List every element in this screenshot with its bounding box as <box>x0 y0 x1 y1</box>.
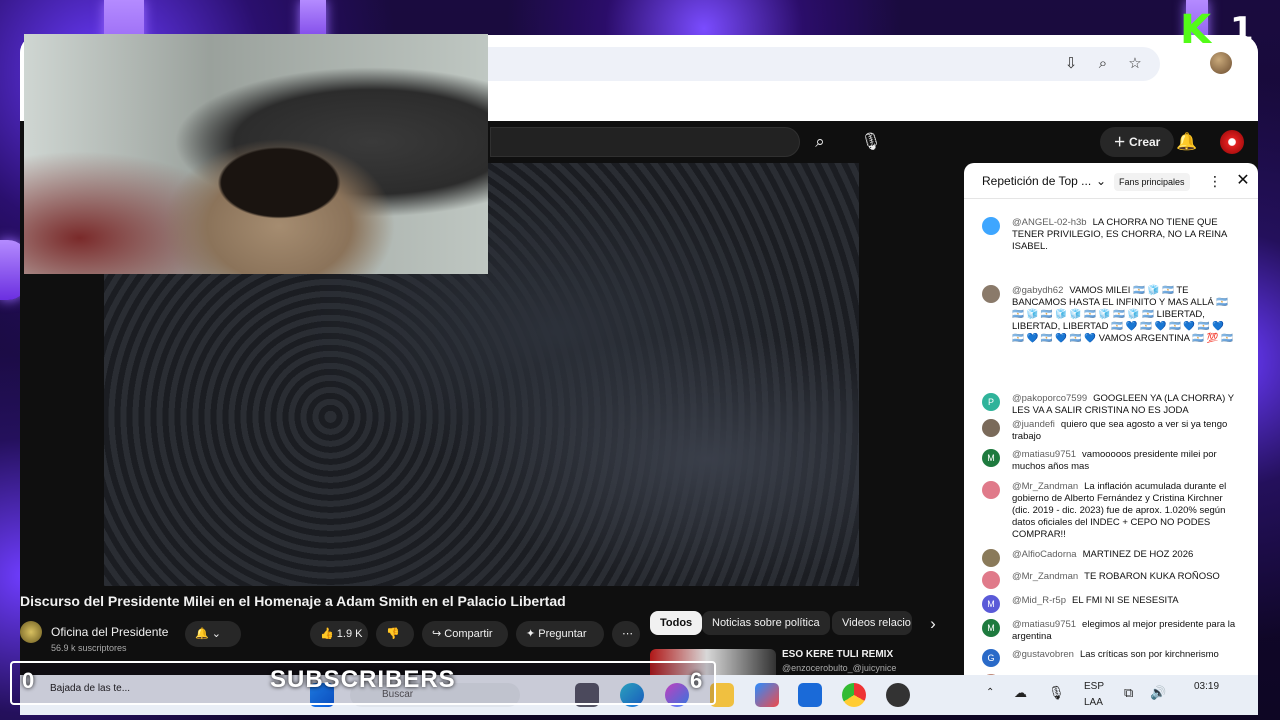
cloud-icon[interactable]: ☁ <box>1014 685 1027 701</box>
clock-time[interactable]: 03:19 <box>1194 681 1219 692</box>
chat-message-body: @pakoporco7599 GOOGLEEN YA (LA CHORRA) Y … <box>1012 393 1238 417</box>
chat-author-avatar[interactable]: M <box>982 595 1000 613</box>
chat-author-name[interactable]: @matiasu9751 <box>1012 449 1076 460</box>
live-chat-panel: Repetición de Top ... ⌄ Fans principales… <box>964 163 1258 675</box>
search-icon[interactable]: ⌕ <box>805 127 835 157</box>
star-icon[interactable]: ☆ <box>1124 53 1146 75</box>
chat-author-name[interactable]: @gabydh62 <box>1012 285 1063 296</box>
chat-author-avatar[interactable] <box>982 285 1000 303</box>
chip-politics[interactable]: Noticias sobre política <box>702 611 830 635</box>
chat-mode-selector[interactable]: Repetición de Top ... <box>982 174 1091 188</box>
chat-author-name[interactable]: @Mid_R-r5p <box>1012 595 1066 606</box>
chat-message-body: @Mr_Zandman La inflación acumulada durant… <box>1012 481 1238 541</box>
ask-button[interactable]: ✦ Preguntar <box>516 621 604 647</box>
chat-author-name[interactable]: @AlfioCadorna <box>1012 549 1077 560</box>
chat-author-avatar[interactable]: M <box>982 449 1000 467</box>
like-button[interactable]: 👍 1.9 K <box>310 621 368 647</box>
more-options-icon[interactable]: ⋮ <box>1200 166 1230 196</box>
plus-icon: ＋ <box>1113 135 1129 149</box>
create-button[interactable]: ＋ Crear <box>1100 127 1174 157</box>
chat-message-body: @gustavobren Las críticas son por kirchne… <box>1012 649 1238 661</box>
like-count: 1.9 K <box>336 628 363 640</box>
thumbs-up-icon: 👍 <box>320 628 337 640</box>
tray-chevron-icon[interactable]: ⌃ <box>986 687 994 698</box>
store-icon[interactable] <box>755 683 779 707</box>
notification-bell-button[interactable]: 🔔 ⌄ <box>185 621 241 647</box>
create-label: Crear <box>1128 135 1161 149</box>
kick-logo: K <box>1180 7 1211 53</box>
chat-header: Repetición de Top ... ⌄ Fans principales… <box>964 163 1258 199</box>
chat-author-avatar[interactable] <box>982 419 1000 437</box>
chat-message-text: Las críticas son por kirchnerismo <box>1079 649 1219 660</box>
chat-message-text: EL FMI NI SE NESESITA <box>1072 595 1179 606</box>
top-fans-badge[interactable]: Fans principales <box>1114 173 1190 191</box>
search-input[interactable] <box>490 127 800 157</box>
recommendation-title[interactable]: ESO KERE TULI REMIX <box>782 649 893 660</box>
chat-author-name[interactable]: @Mr_Zandman <box>1012 481 1078 492</box>
chat-message-body: @AlfioCadorna MARTINEZ DE HOZ 2026 <box>1012 549 1238 561</box>
chat-message-body: @juandefi quiero que sea agosto a ver si … <box>1012 419 1238 443</box>
share-label: Compartir <box>444 628 493 640</box>
close-icon[interactable]: ✕ <box>1228 166 1258 196</box>
chip-todos[interactable]: Todos <box>650 611 703 635</box>
account-avatar[interactable] <box>1220 130 1244 154</box>
channel-avatar[interactable] <box>20 621 42 643</box>
thumbs-down-icon: 👎 <box>386 628 400 640</box>
channel-name[interactable]: Oficina del Presidente <box>51 625 168 639</box>
more-actions-button[interactable]: ⋯ <box>612 621 640 647</box>
language-code[interactable]: ESP <box>1084 681 1104 692</box>
chevron-down-icon[interactable]: ⌄ <box>1086 166 1116 196</box>
chat-message-body: @Mr_Zandman TE ROBARON KUKA ROÑOSO <box>1012 571 1238 583</box>
obs-icon[interactable] <box>886 683 910 707</box>
ask-label: Preguntar <box>538 628 587 640</box>
network-icon[interactable]: ⧉ <box>1124 685 1133 701</box>
microphone-icon[interactable]: 🎙 <box>856 127 886 157</box>
recommendation-author: @enzocerobulto_@juicynice <box>782 663 897 673</box>
subscriber-goal-target: 6 <box>690 668 703 693</box>
chat-author-avatar[interactable] <box>982 217 1000 235</box>
profile-avatar[interactable] <box>1210 52 1232 74</box>
dislike-button[interactable]: 👎 <box>376 621 414 647</box>
chat-message-body: @gabydh62 VAMOS MILEI 🇦🇷 🧊 🇦🇷 TE BANCAMOS… <box>1012 285 1238 345</box>
mic-tray-icon[interactable]: 🎙 <box>1048 685 1065 701</box>
subscriber-goal-label: SUBSCRIBERS <box>270 666 456 693</box>
chat-author-avatar[interactable]: P <box>982 393 1000 411</box>
streamer-webcam <box>24 34 488 274</box>
chat-author-avatar[interactable] <box>982 549 1000 567</box>
share-icon: ↪ <box>432 628 445 640</box>
chrome-icon[interactable] <box>842 683 866 707</box>
chat-author-name[interactable]: @juandefi <box>1012 419 1055 430</box>
chat-author-name[interactable]: @pakoporco7599 <box>1012 393 1087 404</box>
volume-icon[interactable]: 🔊 <box>1150 685 1166 701</box>
chat-author-avatar[interactable]: M <box>982 619 1000 637</box>
chat-message-text: MARTINEZ DE HOZ 2026 <box>1082 549 1194 560</box>
chat-author-name[interactable]: @gustavobren <box>1012 649 1074 660</box>
chat-author-avatar[interactable] <box>982 481 1000 499</box>
chat-message-body: @matiasu9751 vamooooos presidente milei p… <box>1012 449 1238 473</box>
keyboard-layout[interactable]: LAA <box>1084 697 1103 708</box>
chat-author-name[interactable]: @ANGEL-02-h3b <box>1012 217 1087 228</box>
chat-author-name[interactable]: @matiasu9751 <box>1012 619 1076 630</box>
subscriber-goal-start: 0 <box>22 668 35 693</box>
install-icon[interactable]: ⇩ <box>1060 53 1082 75</box>
chat-message-body: @matiasu9751 elegimos al mejor presidente… <box>1012 619 1238 643</box>
zoom-icon[interactable]: ⌕ <box>1092 53 1114 75</box>
outlook-icon[interactable] <box>798 683 822 707</box>
chat-container: Repetición de Top ... ⌄ Fans principales… <box>964 163 1258 675</box>
kick-count: 1 <box>1230 10 1254 50</box>
sparkle-icon: ✦ <box>526 628 539 640</box>
chat-message-body: @ANGEL-02-h3b LA CHORRA NO TIENE QUE TENE… <box>1012 217 1238 253</box>
chat-message-body: @Mid_R-r5p EL FMI NI SE NESESITA <box>1012 595 1238 607</box>
chip-related[interactable]: Videos relacio <box>832 611 912 635</box>
chevron-right-icon[interactable]: › <box>918 609 948 639</box>
notifications-icon[interactable]: 🔔 <box>1172 127 1202 157</box>
video-title: Discurso del Presidente Milei en el Home… <box>20 593 566 609</box>
chat-author-avatar[interactable]: G <box>982 649 1000 667</box>
subscriber-count: 56.9 k suscriptores <box>51 643 127 653</box>
stream-overlay: ⇩ ⌕ ☆ ⌕ 🎙 ＋ Crear 🔔 Discurso del Preside… <box>0 0 1280 720</box>
share-button[interactable]: ↪ Compartir <box>422 621 508 647</box>
chat-author-avatar[interactable] <box>982 571 1000 589</box>
chat-message-text: TE ROBARON KUKA ROÑOSO <box>1084 571 1220 582</box>
chat-author-name[interactable]: @Mr_Zandman <box>1012 571 1078 582</box>
